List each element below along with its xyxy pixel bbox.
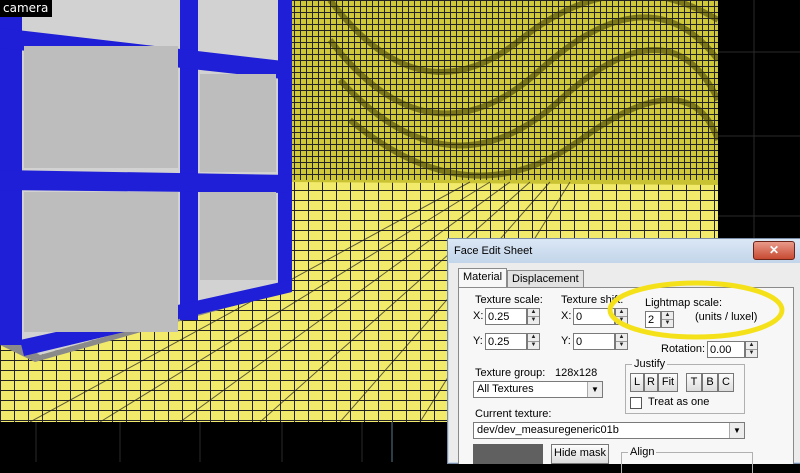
spin-up-icon[interactable]: ▲ bbox=[528, 334, 539, 342]
texture-scale-x-label: X: bbox=[473, 310, 484, 322]
spin-down-icon[interactable]: ▼ bbox=[528, 317, 539, 324]
justify-bottom-button[interactable]: B bbox=[702, 373, 718, 392]
justify-center-button[interactable]: C bbox=[718, 373, 734, 392]
treat-as-one-label: Treat as one bbox=[648, 396, 710, 408]
texture-shift-label: Texture shift: bbox=[561, 294, 624, 306]
rotation-field[interactable]: 0.00 bbox=[707, 341, 745, 358]
spin-up-icon[interactable]: ▲ bbox=[616, 309, 627, 317]
texture-group-select[interactable]: All Textures ▼ bbox=[473, 381, 603, 398]
texture-preview bbox=[473, 444, 543, 464]
current-texture-label: Current texture: bbox=[475, 408, 552, 420]
spin-down-icon[interactable]: ▼ bbox=[616, 342, 627, 349]
texture-scale-y-spinner[interactable]: ▲ ▼ bbox=[527, 333, 540, 350]
texture-shift-x-label: X: bbox=[561, 310, 572, 322]
camera-label: camera bbox=[0, 0, 53, 17]
chevron-down-icon[interactable]: ▼ bbox=[587, 382, 602, 397]
texture-shift-y-label: Y: bbox=[561, 335, 571, 347]
rotation-spinner[interactable]: ▲ ▼ bbox=[745, 341, 758, 358]
texture-size-label: 128x128 bbox=[555, 367, 598, 379]
spin-up-icon[interactable]: ▲ bbox=[616, 334, 627, 342]
dialog-title: Face Edit Sheet bbox=[454, 245, 533, 257]
spin-up-icon[interactable]: ▲ bbox=[528, 309, 539, 317]
texture-scale-label: Texture scale: bbox=[475, 294, 543, 306]
texture-scale-x-spinner[interactable]: ▲ ▼ bbox=[527, 308, 540, 325]
tab-material[interactable]: Material bbox=[458, 268, 508, 288]
current-texture-select[interactable]: dev/dev_measuregeneric01b ▼ bbox=[473, 422, 745, 439]
close-button[interactable]: ✕ bbox=[753, 241, 795, 260]
texture-shift-y-spinner[interactable]: ▲ ▼ bbox=[615, 333, 628, 350]
spin-up-icon[interactable]: ▲ bbox=[746, 342, 757, 350]
justify-right-button[interactable]: R bbox=[644, 373, 658, 392]
chevron-down-icon[interactable]: ▼ bbox=[729, 423, 744, 438]
texture-shift-y-field[interactable]: 0 bbox=[573, 333, 615, 350]
texture-shift-x-field[interactable]: 0 bbox=[573, 308, 615, 325]
texture-scale-y-field[interactable]: 0.25 bbox=[485, 333, 527, 350]
face-edit-sheet-dialog: Face Edit Sheet ✕ Material Displacement … bbox=[447, 238, 800, 473]
dialog-titlebar[interactable]: Face Edit Sheet ✕ bbox=[448, 239, 800, 263]
justify-fit-button[interactable]: Fit bbox=[658, 373, 678, 392]
justify-group: Justify L R Fit T B C Treat as one bbox=[625, 358, 745, 414]
spin-down-icon[interactable]: ▼ bbox=[528, 342, 539, 349]
texture-group-label: Texture group: bbox=[475, 367, 546, 379]
justify-legend: Justify bbox=[632, 358, 668, 370]
tab-displacement[interactable]: Displacement bbox=[507, 270, 584, 288]
align-group: Align bbox=[621, 446, 753, 473]
lightmap-scale-spinner[interactable]: ▲ ▼ bbox=[661, 311, 674, 328]
justify-left-button[interactable]: L bbox=[630, 373, 644, 392]
justify-top-button[interactable]: T bbox=[686, 373, 702, 392]
spin-down-icon[interactable]: ▼ bbox=[746, 350, 757, 357]
rotation-label: Rotation: bbox=[661, 343, 706, 355]
current-texture-value: dev/dev_measuregeneric01b bbox=[477, 424, 619, 436]
lightmap-units-label: (units / luxel) bbox=[695, 311, 758, 323]
hide-mask-button[interactable]: Hide mask bbox=[551, 444, 609, 464]
texture-group-value: All Textures bbox=[477, 383, 534, 395]
spin-down-icon[interactable]: ▼ bbox=[662, 320, 673, 327]
align-legend: Align bbox=[628, 446, 657, 458]
texture-scale-x-field[interactable]: 0.25 bbox=[485, 308, 527, 325]
lightmap-scale-field[interactable]: 2 bbox=[645, 311, 661, 328]
texture-scale-y-label: Y: bbox=[473, 335, 483, 347]
spin-up-icon[interactable]: ▲ bbox=[662, 312, 673, 320]
material-panel: Texture scale: X: 0.25 ▲ ▼ Y: 0.25 ▲ ▼ Tex… bbox=[458, 287, 794, 473]
treat-as-one-checkbox[interactable] bbox=[630, 397, 642, 409]
lightmap-scale-label: Lightmap scale: bbox=[645, 297, 723, 309]
texture-shift-x-spinner[interactable]: ▲ ▼ bbox=[615, 308, 628, 325]
spin-down-icon[interactable]: ▼ bbox=[616, 317, 627, 324]
